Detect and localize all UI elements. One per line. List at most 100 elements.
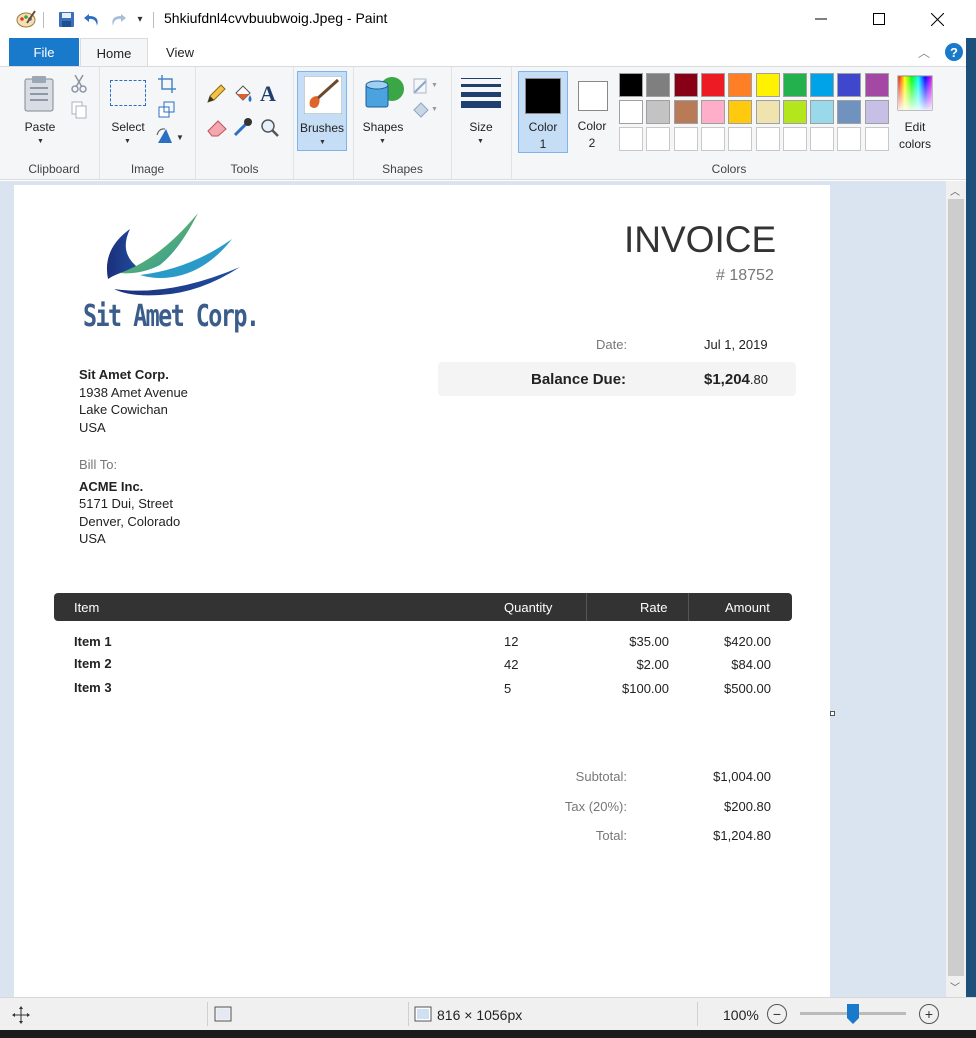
custom-color-slot[interactable]	[728, 127, 753, 151]
custom-color-slot[interactable]	[673, 127, 698, 151]
pencil-icon[interactable]	[206, 84, 226, 107]
row-rate: $100.00	[622, 681, 669, 696]
color-swatch[interactable]	[673, 100, 698, 124]
select-icon[interactable]	[110, 80, 146, 106]
custom-color-slot[interactable]	[837, 127, 862, 151]
custom-color-slot[interactable]	[755, 127, 780, 151]
select-button[interactable]: Select	[106, 120, 150, 134]
image-group-label: Image	[130, 162, 165, 176]
tab-file[interactable]: File	[9, 38, 79, 66]
custom-color-slot[interactable]	[700, 127, 725, 151]
crop-icon[interactable]	[158, 75, 176, 96]
close-button[interactable]	[908, 0, 966, 38]
undo-icon[interactable]	[81, 9, 103, 29]
vertical-scrollbar[interactable]: ︿ ﹀	[946, 181, 966, 997]
fill-icon[interactable]	[233, 83, 255, 108]
scroll-up-icon[interactable]: ︿	[950, 183, 960, 198]
date-label: Date:	[596, 337, 628, 352]
maximize-button[interactable]	[850, 0, 908, 38]
color2-button[interactable]: Color 2	[568, 71, 616, 153]
subtotal-value: $1,004.00	[713, 769, 771, 784]
to-address-line1: 5171 Dui, Street	[79, 496, 173, 511]
color1-button[interactable]: Color 1	[518, 71, 568, 153]
color-swatch[interactable]	[837, 100, 862, 124]
to-address-line2: Denver, Colorado	[79, 514, 181, 529]
tab-home[interactable]: Home	[80, 38, 148, 67]
shape-fill-icon[interactable]: ▼	[412, 101, 440, 122]
custom-color-slot[interactable]	[782, 127, 807, 151]
color-swatch[interactable]	[755, 73, 780, 97]
canvas-resize-handle[interactable]	[830, 711, 835, 716]
edit-colors-icon[interactable]	[897, 75, 933, 114]
color-swatch[interactable]	[864, 100, 889, 124]
rotate-icon[interactable]: ▼	[156, 127, 184, 148]
brushes-button[interactable]: Brushes ▼	[297, 71, 347, 151]
date-value: Jul 1, 2019	[704, 337, 768, 352]
paint-app-icon[interactable]	[14, 9, 38, 29]
column-amount: Amount	[725, 600, 770, 615]
collapse-ribbon-icon[interactable]: ︿	[918, 44, 930, 61]
customize-quick-access-icon[interactable]: ▾	[133, 9, 147, 29]
eraser-icon[interactable]	[206, 119, 228, 140]
scroll-down-icon[interactable]: ﹀	[950, 979, 960, 994]
colors-group-label: Colors	[711, 162, 747, 176]
resize-icon[interactable]	[158, 101, 176, 122]
paint-window: ▾ 5hkiufdnl4cvvbuubwoig.Jpeg - Paint Fil…	[0, 0, 976, 1038]
divider	[586, 593, 587, 621]
zoom-in-button[interactable]: +	[919, 1004, 939, 1024]
brushes-label: Brushes	[299, 121, 345, 135]
custom-color-slot[interactable]	[810, 127, 835, 151]
outline-icon[interactable]: ▼	[412, 77, 440, 98]
color-swatch[interactable]	[782, 73, 807, 97]
color-swatch[interactable]	[619, 100, 643, 124]
custom-color-slot[interactable]	[619, 127, 643, 151]
color-swatch[interactable]	[728, 100, 753, 124]
scrollbar-thumb[interactable]	[948, 199, 964, 976]
color-swatch[interactable]	[673, 73, 698, 97]
color-swatch[interactable]	[810, 100, 835, 124]
paste-dropdown-icon[interactable]: ▼	[37, 138, 44, 145]
color-swatch[interactable]	[755, 100, 780, 124]
shapes-button[interactable]: Shapes	[358, 120, 408, 134]
tab-view[interactable]: View	[148, 38, 212, 66]
minimize-button[interactable]	[792, 0, 850, 38]
from-name: Sit Amet Corp.	[79, 367, 169, 382]
shapes-dropdown-icon[interactable]: ▼	[379, 138, 386, 145]
size-button[interactable]: Size	[457, 120, 505, 134]
text-icon[interactable]: A	[260, 81, 276, 107]
select-dropdown-icon[interactable]: ▼	[124, 138, 131, 145]
color-swatch[interactable]	[646, 73, 671, 97]
color-picker-icon[interactable]	[233, 117, 253, 140]
zoom-out-button[interactable]: −	[767, 1004, 787, 1024]
magnifier-icon[interactable]	[260, 118, 280, 141]
redo-icon[interactable]	[107, 9, 129, 29]
size-icon[interactable]	[461, 77, 501, 112]
color-swatch[interactable]	[619, 73, 643, 97]
color-swatch[interactable]	[728, 73, 753, 97]
color1-label: Color	[528, 120, 558, 134]
color-swatch[interactable]	[837, 73, 862, 97]
custom-color-slot[interactable]	[646, 127, 671, 151]
size-dropdown-icon[interactable]: ▼	[477, 138, 484, 145]
save-icon[interactable]	[55, 9, 77, 29]
color-swatch[interactable]	[700, 73, 725, 97]
help-icon[interactable]: ?	[945, 43, 963, 61]
paste-icon[interactable]	[23, 75, 57, 116]
to-name: ACME Inc.	[79, 479, 144, 494]
color-swatch[interactable]	[864, 73, 889, 97]
color-swatch[interactable]	[782, 100, 807, 124]
color-swatch[interactable]	[810, 73, 835, 97]
taskbar-edge	[0, 1030, 976, 1038]
cut-icon[interactable]	[71, 74, 87, 96]
paste-button[interactable]: Paste	[19, 120, 61, 134]
row-amount: $84.00	[731, 657, 771, 672]
shapes-icon[interactable]	[362, 75, 406, 116]
color-swatch[interactable]	[646, 100, 671, 124]
edit-colors-button[interactable]: Edit	[890, 120, 940, 134]
color-swatch[interactable]	[700, 100, 725, 124]
custom-color-slot[interactable]	[864, 127, 889, 151]
drawing-canvas[interactable]: Sit Amet Corp. INVOICE # 18752 Date: Jul…	[14, 185, 830, 997]
copy-icon[interactable]	[71, 101, 87, 122]
zoom-slider[interactable]	[800, 1004, 906, 1024]
zoom-slider-thumb[interactable]	[847, 1004, 859, 1024]
